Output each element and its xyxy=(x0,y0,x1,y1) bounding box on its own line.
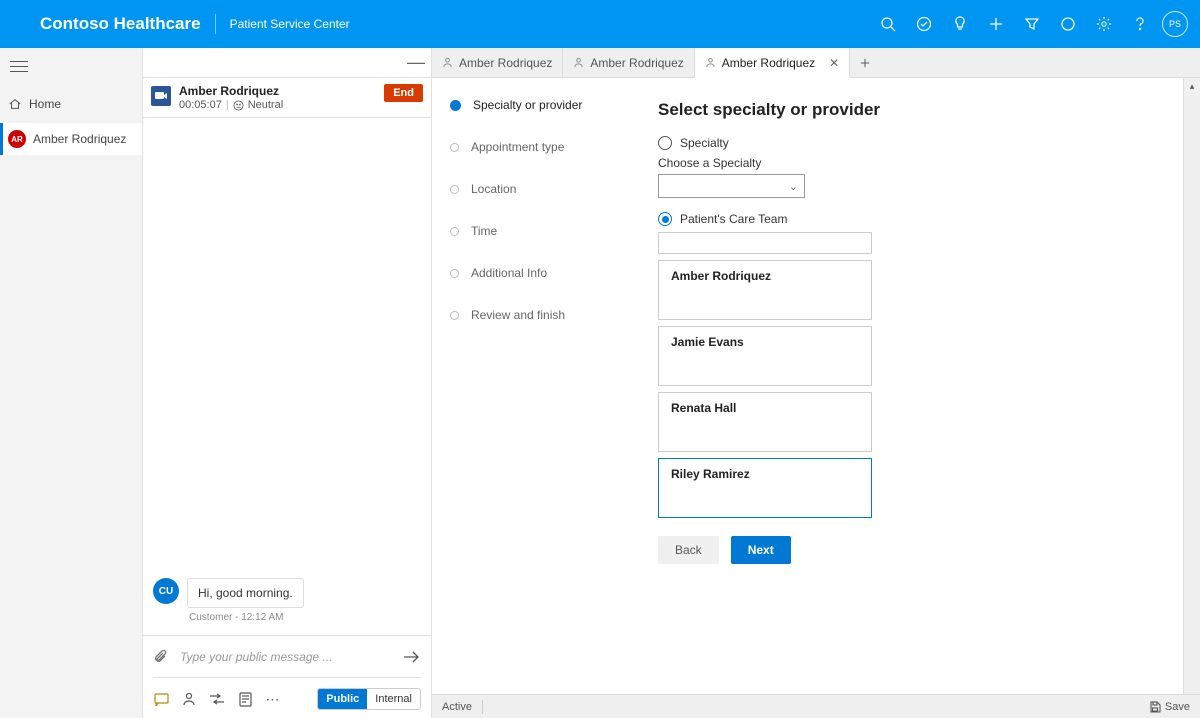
chat-duration: 00:05:07 xyxy=(179,99,222,111)
new-tab-button[interactable] xyxy=(850,48,880,77)
radio-care-team[interactable]: Patient's Care Team xyxy=(658,212,1184,226)
chat-sentiment: Neutral xyxy=(248,99,283,111)
session-label: Amber Rodriquez xyxy=(33,132,126,146)
specialty-dropdown[interactable]: ⌄ xyxy=(658,174,805,198)
notes-icon[interactable] xyxy=(237,691,253,707)
app-header: Contoso Healthcare Patient Service Cente… xyxy=(0,0,1200,48)
care-team-list: Amber Rodriquez Jamie Evans Renata Hall … xyxy=(658,232,872,518)
session-badge: AR xyxy=(8,130,26,148)
chat-topbar: — xyxy=(143,48,431,78)
session-panel: Home AR Amber Rodriquez xyxy=(0,48,143,718)
scroll-up-icon[interactable]: ▴ xyxy=(1184,78,1200,95)
next-button[interactable]: Next xyxy=(731,536,791,564)
customer-avatar: CU xyxy=(153,578,179,604)
save-icon xyxy=(1149,701,1161,713)
step-time[interactable]: Time xyxy=(450,224,614,238)
form-area: Select specialty or provider Specialty C… xyxy=(632,78,1200,694)
care-team-card[interactable]: Amber Rodriquez xyxy=(658,260,872,320)
quick-reply-icon[interactable] xyxy=(153,691,169,707)
settings-icon[interactable] xyxy=(1090,10,1118,38)
home-icon xyxy=(8,97,22,111)
choose-specialty-label: Choose a Specialty xyxy=(658,156,1184,170)
toggle-public[interactable]: Public xyxy=(318,689,367,709)
close-tab-icon[interactable]: ✕ xyxy=(829,56,839,70)
status-active: Active xyxy=(442,701,472,713)
step-appointment-type[interactable]: Appointment type xyxy=(450,140,614,154)
form-title: Select specialty or provider xyxy=(658,100,1184,120)
search-icon[interactable] xyxy=(874,10,902,38)
minimize-icon[interactable]: — xyxy=(407,52,423,73)
care-team-search[interactable] xyxy=(658,232,872,254)
profile-avatar[interactable]: PS xyxy=(1162,11,1188,37)
transfer-icon[interactable] xyxy=(209,691,225,707)
care-team-card-selected[interactable]: Riley Ramirez xyxy=(658,458,872,518)
chat-message: Hi, good morning. xyxy=(187,578,304,608)
chat-panel: — Amber Rodriquez 00:05:07 | Neutral End xyxy=(143,48,432,718)
add-icon[interactable] xyxy=(982,10,1010,38)
send-icon[interactable] xyxy=(403,650,421,664)
session-home-label: Home xyxy=(29,97,61,111)
header-actions: PS xyxy=(874,10,1188,38)
more-icon[interactable]: ⋯ xyxy=(265,691,281,707)
chevron-down-icon: ⌄ xyxy=(789,180,798,193)
attachment-icon[interactable] xyxy=(153,648,168,665)
lightbulb-icon[interactable] xyxy=(946,10,974,38)
tab-label: Amber Rodriquez xyxy=(459,56,552,70)
session-home[interactable]: Home xyxy=(0,88,142,120)
toggle-internal[interactable]: Internal xyxy=(367,689,420,709)
tab-label: Amber Rodriquez xyxy=(722,56,815,70)
care-team-card[interactable]: Jamie Evans xyxy=(658,326,872,386)
tab-strip: Amber Rodriquez Amber Rodriquez Amber Ro… xyxy=(432,48,1200,78)
step-review[interactable]: Review and finish xyxy=(450,308,614,322)
chat-composer: ⋯ Public Internal xyxy=(143,635,431,718)
circle-icon[interactable] xyxy=(1054,10,1082,38)
center-title: Patient Service Center xyxy=(230,17,350,31)
status-bar: Active Save xyxy=(432,694,1200,718)
hamburger-icon[interactable] xyxy=(10,59,28,73)
session-item-amber[interactable]: AR Amber Rodriquez xyxy=(0,123,142,155)
tab-amber-2[interactable]: Amber Rodriquez xyxy=(563,48,694,77)
task-icon[interactable] xyxy=(910,10,938,38)
sentiment-icon xyxy=(233,100,244,111)
step-location[interactable]: Location xyxy=(450,182,614,196)
end-conversation-button[interactable]: End xyxy=(384,84,423,102)
visibility-toggle: Public Internal xyxy=(317,688,421,710)
radio-specialty[interactable]: Specialty xyxy=(658,136,1184,150)
back-button[interactable]: Back xyxy=(658,536,719,564)
step-specialty[interactable]: Specialty or provider xyxy=(450,98,614,112)
consult-icon[interactable] xyxy=(181,691,197,707)
care-team-card[interactable]: Renata Hall xyxy=(658,392,872,452)
step-additional-info[interactable]: Additional Info xyxy=(450,266,614,280)
save-button[interactable]: Save xyxy=(1165,701,1190,713)
channel-icon xyxy=(151,86,171,106)
work-area: Amber Rodriquez Amber Rodriquez Amber Ro… xyxy=(432,48,1200,718)
filter-icon[interactable] xyxy=(1018,10,1046,38)
chat-transcript[interactable]: CU Hi, good morning. Customer - 12:12 AM xyxy=(143,118,431,635)
chat-customer-name: Amber Rodriquez xyxy=(179,84,376,99)
wizard-stepper: Specialty or provider Appointment type L… xyxy=(432,78,632,694)
message-input[interactable] xyxy=(178,649,393,665)
header-divider xyxy=(215,14,216,34)
tab-amber-1[interactable]: Amber Rodriquez xyxy=(432,48,563,77)
scrollbar[interactable]: ▴ xyxy=(1183,78,1200,694)
brand-title: Contoso Healthcare xyxy=(40,14,201,34)
chat-meta: Customer - 12:12 AM xyxy=(189,612,304,623)
help-icon[interactable] xyxy=(1126,10,1154,38)
tab-amber-3[interactable]: Amber Rodriquez ✕ xyxy=(695,48,850,78)
tab-label: Amber Rodriquez xyxy=(590,56,683,70)
chat-header: Amber Rodriquez 00:05:07 | Neutral End xyxy=(143,78,431,118)
